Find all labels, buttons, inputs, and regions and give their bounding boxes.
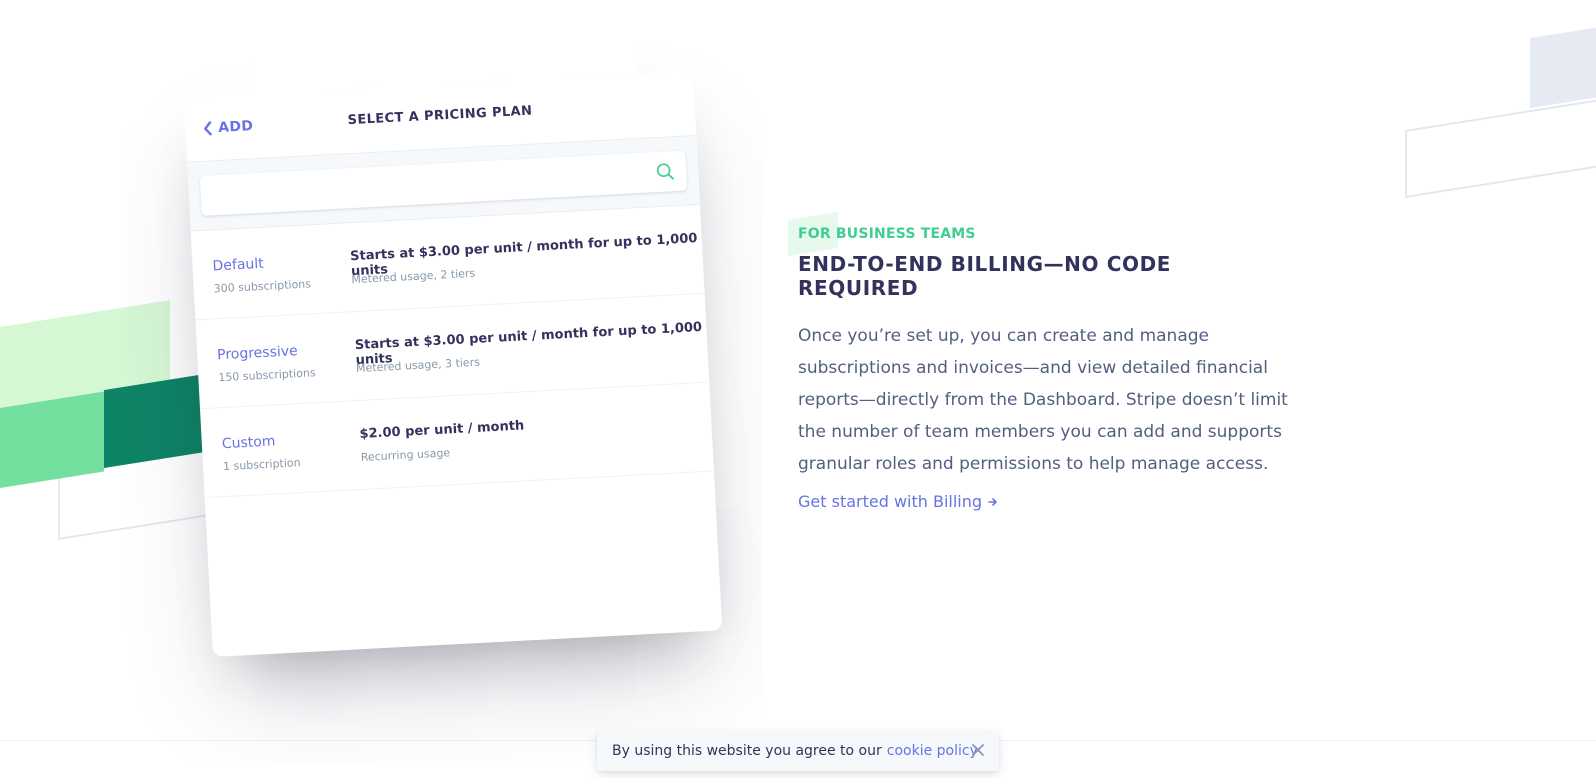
cta-label: Get started with Billing: [798, 492, 983, 511]
plan-name: Progressive: [216, 343, 299, 364]
card-title: SELECT A PRICING PLAN: [347, 103, 533, 129]
body-line: the number of team members you can add a…: [798, 422, 1282, 442]
decorative-stripe-grey: [1530, 25, 1596, 108]
section-body: Once you’re set up, you can create and m…: [798, 320, 1298, 480]
plan-subscriptions: 1 subscription: [222, 456, 301, 474]
pricing-plan-card: ADD SELECT A PRICING PLAN Default 300 su…: [183, 71, 723, 657]
body-line: Once you’re set up, you can create and m…: [798, 326, 1209, 346]
decorative-stripe-mid-green: [0, 391, 104, 488]
body-line: reports—directly from the Dashboard. Str…: [798, 390, 1288, 410]
cookie-text: By using this website you agree to our: [612, 743, 882, 759]
search-icon[interactable]: [656, 162, 675, 185]
arrow-right-icon: [988, 492, 998, 511]
plan-name: Default: [212, 255, 265, 275]
decorative-stripe-light-green: [0, 300, 170, 427]
body-line: subscriptions and invoices—and view deta…: [798, 358, 1268, 378]
cookie-banner: By using this website you agree to our c…: [597, 731, 999, 771]
cookie-policy-link[interactable]: cookie policy: [887, 743, 978, 759]
close-icon[interactable]: [971, 743, 985, 761]
plan-subscriptions: 300 subscriptions: [213, 277, 312, 296]
plan-name: Custom: [221, 433, 276, 453]
section-eyebrow: FOR BUSINESS TEAMS: [798, 226, 976, 242]
search-box: [199, 150, 688, 216]
billing-section: FOR BUSINESS TEAMS END-TO-END BILLING—NO…: [788, 212, 1298, 511]
plan-price: $2.00 per unit / month: [359, 418, 525, 442]
plan-subscriptions: 150 subscriptions: [218, 366, 316, 385]
plan-usage: Recurring usage: [360, 446, 451, 464]
search-input[interactable]: [199, 152, 650, 216]
decorative-stripe-outline-right: [1405, 94, 1596, 198]
section-headline: END-TO-END BILLING—NO CODE REQUIRED: [798, 252, 1172, 300]
get-started-billing-link[interactable]: Get started with Billing: [798, 492, 998, 511]
body-line: granular roles and permissions to help m…: [798, 454, 1269, 474]
